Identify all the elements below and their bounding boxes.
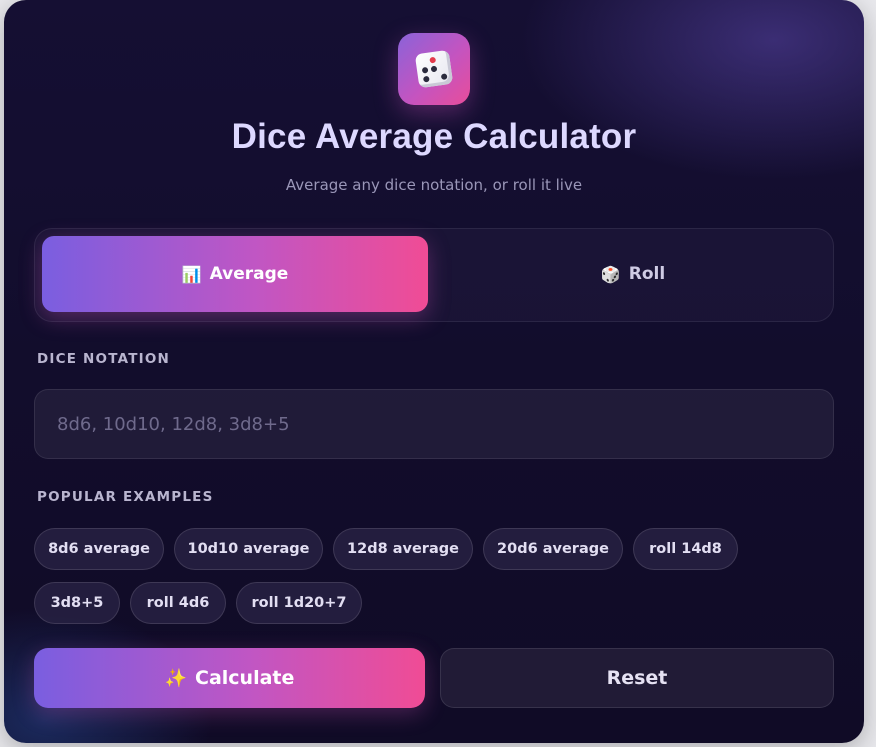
sparkles-icon: ✨	[164, 667, 188, 689]
example-chip[interactable]: 10d10 average	[174, 528, 323, 570]
tab-average[interactable]: 📊 Average	[42, 236, 428, 312]
tab-average-label: Average	[209, 264, 289, 284]
calculate-button[interactable]: ✨ Calculate	[34, 648, 425, 708]
example-chip[interactable]: 3d8+5	[34, 582, 120, 624]
reset-button-label: Reset	[606, 667, 668, 689]
dice-notation-field	[34, 389, 834, 459]
popular-examples-label: POPULAR EXAMPLES	[37, 489, 214, 505]
dice-notation-input[interactable]	[35, 390, 833, 458]
dice-icon: 🎲	[600, 264, 621, 284]
reset-button[interactable]: Reset	[440, 648, 834, 708]
dice-notation-label: DICE NOTATION	[37, 351, 170, 367]
page-subtitle: Average any dice notation, or roll it li…	[285, 176, 583, 194]
dice-icon	[414, 49, 454, 89]
example-chip[interactable]: 12d8 average	[333, 528, 473, 570]
calculator-card: Dice Average Calculator Average any dice…	[4, 0, 864, 743]
chart-icon: 📊	[181, 264, 202, 284]
mode-tabs: 📊 Average 🎲 Roll	[34, 228, 834, 322]
tab-roll-label: Roll	[628, 264, 666, 284]
example-chip[interactable]: roll 4d6	[130, 582, 226, 624]
calculate-button-label: Calculate	[195, 667, 295, 689]
page-title: Dice Average Calculator	[231, 117, 637, 156]
example-chip[interactable]: roll 1d20+7	[236, 582, 362, 624]
tab-roll[interactable]: 🎲 Roll	[440, 236, 826, 312]
example-chip[interactable]: roll 14d8	[633, 528, 738, 570]
dice-logo-icon	[398, 33, 470, 105]
example-chip[interactable]: 8d6 average	[34, 528, 164, 570]
example-chip[interactable]: 20d6 average	[483, 528, 623, 570]
